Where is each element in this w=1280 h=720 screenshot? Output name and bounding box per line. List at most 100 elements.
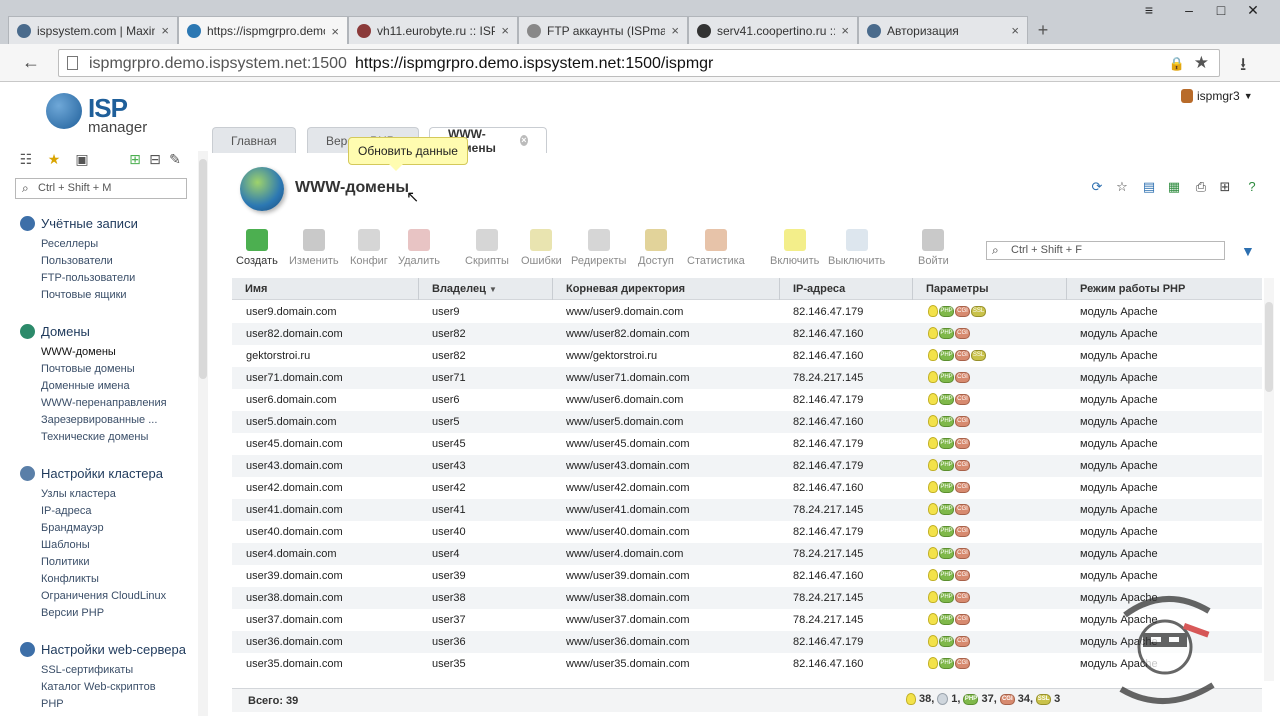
favorites-star-icon[interactable]: ★: [46, 151, 62, 167]
pin-icon[interactable]: ✎: [167, 151, 183, 167]
sidebar-item[interactable]: Реселлеры: [41, 238, 98, 250]
toolbar-button[interactable]: Удалить: [398, 229, 440, 267]
sidebar-item[interactable]: Шаблоны: [41, 539, 90, 551]
new-tab-button[interactable]: +: [1031, 21, 1055, 41]
close-tab-icon[interactable]: ×: [671, 23, 679, 38]
toolbar-button[interactable]: Включить: [770, 229, 819, 267]
close-tab-icon[interactable]: ×: [1011, 23, 1019, 38]
bookmark-star-icon[interactable]: ★: [1194, 53, 1209, 73]
sidebar-item[interactable]: Политики: [41, 556, 90, 568]
sidebar-group[interactable]: Домены: [20, 324, 90, 339]
close-window-button[interactable]: ✕: [1240, 2, 1266, 20]
table-filter-input[interactable]: ⌕ Ctrl + Shift + F: [986, 241, 1225, 260]
close-tab-icon[interactable]: ×: [841, 23, 849, 38]
download-icon[interactable]: ⭳: [1240, 52, 1246, 82]
sidebar-item[interactable]: FTP-пользователи: [41, 272, 135, 284]
favorite-star-icon[interactable]: ☆: [1114, 179, 1130, 195]
sidebar-item[interactable]: Зарезервированные ...: [41, 414, 157, 426]
briefcase-icon[interactable]: ▣: [74, 151, 90, 167]
table-row[interactable]: user6.domain.com user6 www/user6.domain.co…: [232, 389, 1262, 411]
table-row[interactable]: user5.domain.com user5 www/user5.domain.co…: [232, 411, 1262, 433]
table-row[interactable]: user4.domain.com user4 www/user4.domain.co…: [232, 543, 1262, 565]
sidebar-item[interactable]: Доменные имена: [41, 380, 130, 392]
col-php-mode[interactable]: Режим работы PHP: [1067, 278, 1262, 300]
table-scrollbar[interactable]: [1264, 278, 1274, 681]
col-owner[interactable]: Владелец ▼: [419, 278, 553, 300]
toolbar-button[interactable]: Изменить: [289, 229, 339, 267]
table-row[interactable]: user82.domain.com user82 www/user82.domain…: [232, 323, 1262, 345]
sidebar-item[interactable]: Брандмауэр: [41, 522, 104, 534]
sidebar-item[interactable]: IP-адреса: [41, 505, 91, 517]
col-name[interactable]: Имя: [232, 278, 419, 300]
toolbar-button[interactable]: Создать: [236, 229, 278, 267]
sidebar-group[interactable]: Учётные записи: [20, 216, 138, 231]
sidebar-item[interactable]: Каталог Web-скриптов: [41, 681, 156, 693]
maximize-button[interactable]: □: [1208, 2, 1234, 20]
sidebar-item[interactable]: Пользователи: [41, 255, 113, 267]
table-row[interactable]: user41.domain.com user41 www/user41.domain…: [232, 499, 1262, 521]
browser-tab[interactable]: vh11.eurobyte.ru :: ISP ×: [348, 16, 518, 44]
browser-tab[interactable]: ispsystem.com | Maxim ×: [8, 16, 178, 44]
sidebar-item[interactable]: SSL-сертификаты: [41, 664, 133, 676]
toolbar-button[interactable]: Ошибки: [521, 229, 562, 267]
sidebar-item[interactable]: Почтовые домены: [41, 363, 135, 375]
menu-icon[interactable]: ≡: [1136, 2, 1162, 20]
cell-ip: 82.146.47.160: [793, 328, 864, 340]
browser-tab[interactable]: serv41.coopertino.ru :: ×: [688, 16, 858, 44]
sidebar-item[interactable]: Узлы кластера: [41, 488, 116, 500]
close-tab-icon[interactable]: ×: [501, 23, 509, 38]
browser-tab[interactable]: FTP аккаунты (ISPman ×: [518, 16, 688, 44]
toolbar-button[interactable]: Редиректы: [571, 229, 626, 267]
table-row[interactable]: user40.domain.com user40 www/user40.domain…: [232, 521, 1262, 543]
col-ip[interactable]: IP-адреса: [780, 278, 913, 300]
sidebar-item[interactable]: Конфликты: [41, 573, 99, 585]
col-root-dir[interactable]: Корневая директория: [553, 278, 780, 300]
expand-all-icon[interactable]: ⊞: [127, 151, 143, 167]
collapse-all-icon[interactable]: ⊟: [147, 151, 163, 167]
refresh-icon[interactable]: ⟳: [1089, 179, 1105, 195]
table-row[interactable]: user71.domain.com user71 www/user71.domain…: [232, 367, 1262, 389]
toolbar-button[interactable]: Войти: [918, 229, 949, 267]
sidebar-group[interactable]: Настройки кластера: [20, 466, 163, 481]
col-params[interactable]: Параметры: [913, 278, 1067, 300]
sidebar-item[interactable]: Почтовые ящики: [41, 289, 127, 301]
minimize-button[interactable]: –: [1176, 2, 1202, 20]
tab-home[interactable]: Главная: [212, 127, 296, 153]
sidebar-group[interactable]: Настройки web-сервера: [20, 642, 186, 657]
close-tab-icon[interactable]: ×: [519, 135, 528, 146]
sidebar-search-input[interactable]: ⌕ Ctrl + Shift + M: [15, 178, 187, 199]
table-row[interactable]: user43.domain.com user43 www/user43.domain…: [232, 455, 1262, 477]
sidebar-scrollbar[interactable]: [198, 151, 208, 716]
sidebar-item[interactable]: Версии PHP: [41, 607, 104, 619]
table-row[interactable]: user42.domain.com user42 www/user42.domain…: [232, 477, 1262, 499]
tree-icon[interactable]: ☷: [18, 151, 34, 167]
page-icon: [67, 56, 78, 70]
sidebar-item[interactable]: Ограничения CloudLinux: [41, 590, 166, 602]
filter-funnel-icon[interactable]: ▼: [1241, 243, 1255, 259]
close-tab-icon[interactable]: ×: [161, 23, 169, 38]
print-icon[interactable]: ⎙: [1193, 179, 1209, 195]
sidebar-item[interactable]: WWW-перенаправления: [41, 397, 167, 409]
toolbar-button[interactable]: Скрипты: [465, 229, 509, 267]
toolbar-button[interactable]: Статистика: [687, 229, 745, 267]
sidebar-item[interactable]: PHP: [41, 698, 64, 710]
table-row[interactable]: gektorstroi.ru user82 www/gektorstroi.ru 82…: [232, 345, 1262, 367]
close-tab-icon[interactable]: ×: [331, 24, 339, 39]
back-arrow-icon[interactable]: ←: [22, 52, 40, 73]
browser-tab[interactable]: Авторизация ×: [858, 16, 1028, 44]
sidebar-item[interactable]: WWW-домены: [41, 346, 116, 358]
sidebar-item[interactable]: Технические домены: [41, 431, 148, 443]
address-bar[interactable]: ispmgrpro.demo.ispsystem.net:1500 https:…: [58, 49, 1220, 77]
user-menu[interactable]: ispmgr3 ▼: [1181, 89, 1253, 103]
toolbar-button[interactable]: Выключить: [828, 229, 885, 267]
table-row[interactable]: user45.domain.com user45 www/user45.domain…: [232, 433, 1262, 455]
table-row[interactable]: user39.domain.com user39 www/user39.domain…: [232, 565, 1262, 587]
toolbar-button[interactable]: Доступ: [638, 229, 674, 267]
table-row[interactable]: user9.domain.com user9 www/user9.domain.co…: [232, 301, 1262, 323]
export-csv-icon[interactable]: ▤: [1141, 179, 1157, 195]
toolbar-button[interactable]: Конфиг: [350, 229, 388, 267]
table-settings-icon[interactable]: ⊞: [1217, 179, 1233, 195]
browser-tab[interactable]: https://ispmgrpro.demo ×: [178, 16, 348, 45]
export-excel-icon[interactable]: ▦: [1166, 179, 1182, 195]
help-icon[interactable]: ?: [1244, 179, 1260, 195]
